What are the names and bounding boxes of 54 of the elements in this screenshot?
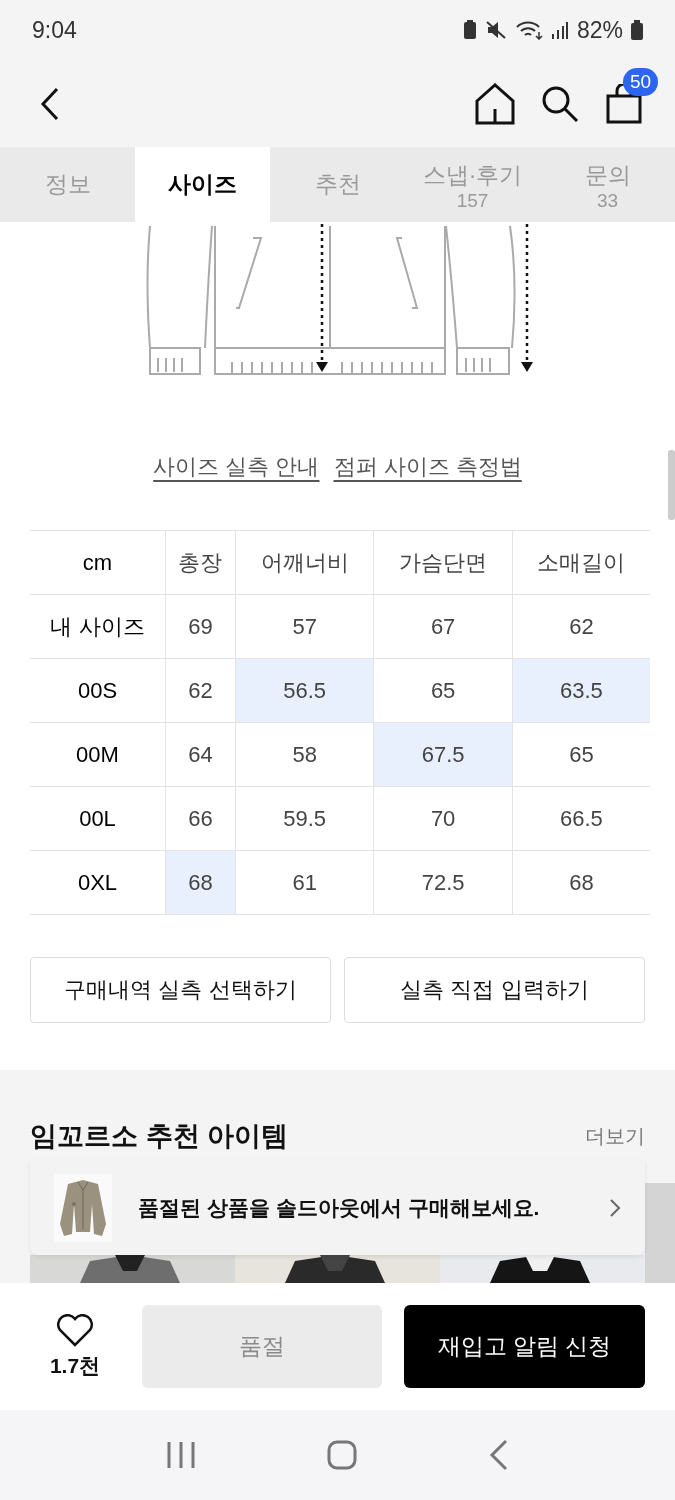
table-cell: 57 <box>235 594 374 659</box>
more-link[interactable]: 더보기 <box>585 1122 645 1150</box>
scrollbar <box>668 450 675 520</box>
row-header: 내 사이즈 <box>30 594 166 659</box>
size-guide-link[interactable]: 점퍼 사이즈 측정법 <box>333 452 522 482</box>
heart-icon[interactable] <box>56 1313 94 1348</box>
wifi-icon <box>514 20 543 40</box>
measure-button[interactable]: 구매내역 실측 선택하기 <box>30 957 331 1023</box>
table-cell: 56.5 <box>235 658 374 723</box>
soldout-banner[interactable]: 품절된 상품을 솔드아웃에서 구매해보세요. <box>30 1160 645 1255</box>
table-cell: 70 <box>373 786 513 851</box>
home-icon[interactable] <box>475 82 515 125</box>
section-title: 임꼬르소 추천 아이템 <box>30 1120 289 1153</box>
back-icon[interactable] <box>40 86 60 121</box>
back-nav-icon[interactable] <box>489 1439 510 1471</box>
table-cell: 69 <box>165 594 236 659</box>
battery-percent: 82% <box>576 16 623 44</box>
table-cell: 59.5 <box>235 786 374 851</box>
column-header: 어깨너비 <box>235 530 374 595</box>
table-cell: 63.5 <box>512 658 650 723</box>
column-header: 총장 <box>165 530 236 595</box>
table-cell: 66 <box>165 786 236 851</box>
table-cell: 67 <box>373 594 513 659</box>
row-header: 00L <box>30 786 166 851</box>
column-header: 가슴단면 <box>373 530 513 595</box>
column-header: 소매길이 <box>512 530 650 595</box>
table-cell: 64 <box>165 722 236 787</box>
table-cell: 65 <box>373 658 513 723</box>
table-cell: 67.5 <box>373 722 513 787</box>
battery-icon <box>631 20 643 40</box>
search-icon[interactable] <box>541 84 579 123</box>
like-count: 1.7천 <box>49 1352 101 1379</box>
mute-icon <box>484 20 507 40</box>
table-cell: 62 <box>165 658 236 723</box>
chevron-right-icon <box>609 1197 621 1218</box>
table-cell: 58 <box>235 722 374 787</box>
column-header: cm <box>30 530 166 595</box>
cart-count-badge: 50 <box>623 67 659 96</box>
size-guide-link[interactable]: 사이즈 실측 안내 <box>153 452 320 482</box>
banner-text: 품절된 상품을 솔드아웃에서 구매해보세요. <box>138 1194 541 1221</box>
row-header: 00S <box>30 658 166 723</box>
row-header: 00M <box>30 722 166 787</box>
table-cell: 61 <box>235 850 374 915</box>
measure-button[interactable]: 실측 직접 입력하기 <box>344 957 645 1023</box>
status-time: 9:04 <box>32 16 77 44</box>
restock-alert-button[interactable]: 재입고 알림 신청 <box>404 1305 645 1388</box>
recent-apps-icon[interactable] <box>165 1440 196 1470</box>
table-cell: 68 <box>165 850 236 915</box>
table-cell: 72.5 <box>373 850 513 915</box>
home-button-icon[interactable] <box>327 1440 358 1470</box>
battery-saver-icon <box>462 20 477 40</box>
row-header: 0XL <box>30 850 166 915</box>
signal-icon <box>550 20 569 40</box>
tab[interactable]: 사이즈 <box>135 147 270 222</box>
